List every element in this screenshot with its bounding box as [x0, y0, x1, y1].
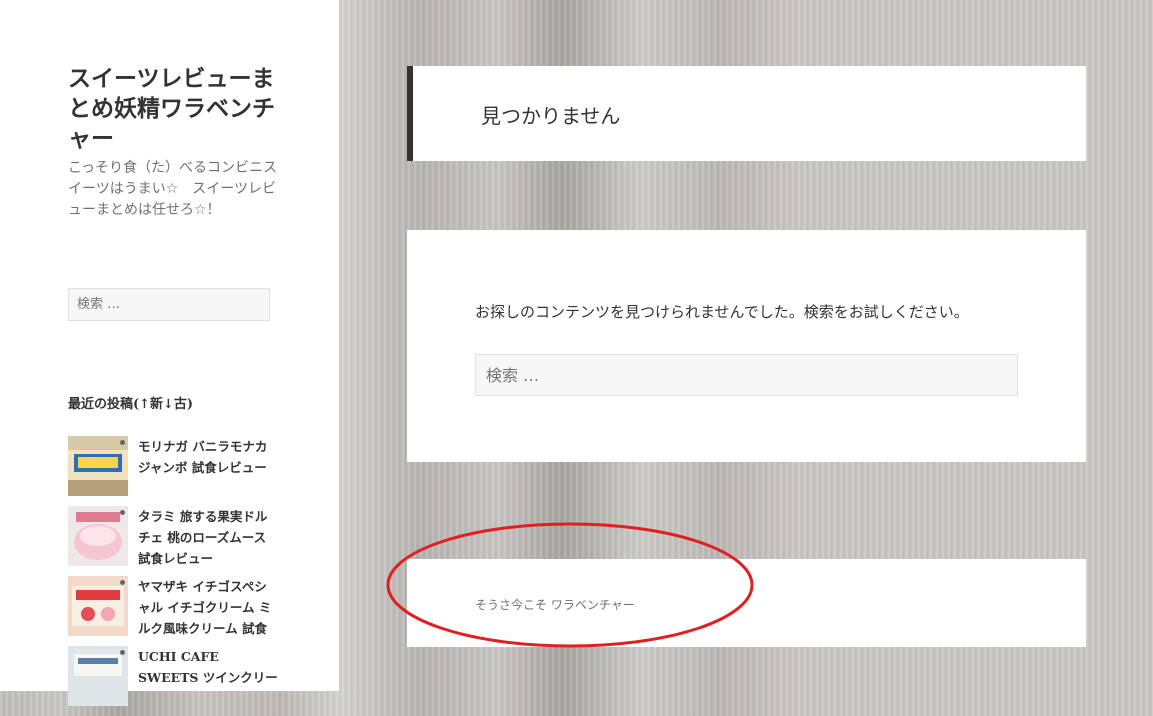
ice-cream-package-thumbnail[interactable]	[68, 436, 128, 496]
peach-dessert-cup-thumbnail[interactable]	[68, 506, 128, 566]
content-card: お探しのコンテンツを見つけられませんでした。検索をお試しください。	[407, 230, 1086, 462]
cream-sweets-package-thumbnail[interactable]	[68, 646, 128, 706]
post-link[interactable]: ヤマザキ イチゴスペシャル イチゴクリーム ミルク風味クリーム 試食レビュー	[138, 576, 278, 640]
main-search-input[interactable]	[475, 354, 1018, 396]
site-footer: そうさ今こそ ワラベンチャー	[407, 559, 1086, 647]
bullet-dot	[120, 650, 125, 655]
recent-posts-heading: 最近の投稿(↑新↓古)	[68, 397, 194, 412]
list-item[interactable]: UCHI CAFE SWEETS ツインクリー	[68, 646, 278, 706]
list-item[interactable]: タラミ 旅する果実ドルチェ 桃のローズムース 試食レビュー	[68, 506, 278, 566]
site-description: こっそり食（た）べるコンビニスイーツはうまい☆ スイーツレビューまとめは任せろ☆…	[68, 160, 278, 218]
bullet-dot	[120, 510, 125, 515]
page-title: 見つかりません	[481, 104, 621, 128]
strawberry-bread-package-thumbnail[interactable]	[68, 576, 128, 636]
post-link[interactable]: タラミ 旅する果実ドルチェ 桃のローズムース 試食レビュー	[138, 506, 278, 569]
list-item[interactable]: ヤマザキ イチゴスペシャル イチゴクリーム ミルク風味クリーム 試食レビュー	[68, 576, 278, 636]
bullet-dot	[120, 440, 125, 445]
page-header-card: 見つかりません	[407, 66, 1086, 161]
post-link[interactable]: モリナガ バニラモナカジャンボ 試食レビュー	[138, 436, 278, 478]
recent-posts-list: モリナガ バニラモナカジャンボ 試食レビュー タラミ 旅する果実ドルチェ 桃のロ…	[68, 436, 278, 716]
list-item[interactable]: モリナガ バニラモナカジャンボ 試食レビュー	[68, 436, 278, 496]
footer-credit-link[interactable]: そうさ今こそ ワラベンチャー	[475, 596, 635, 613]
not-found-message: お探しのコンテンツを見つけられませんでした。検索をお試しください。	[475, 303, 969, 321]
bullet-dot	[120, 580, 125, 585]
post-link[interactable]: UCHI CAFE SWEETS ツインクリー	[138, 646, 278, 688]
sidebar-search-input[interactable]	[68, 288, 270, 321]
sidebar: スイーツレビューまとめ妖精ワラベンチャー こっそり食（た）べるコンビニスイーツは…	[0, 0, 339, 706]
site-title[interactable]: スイーツレビューまとめ妖精ワラベンチャー	[68, 64, 278, 154]
